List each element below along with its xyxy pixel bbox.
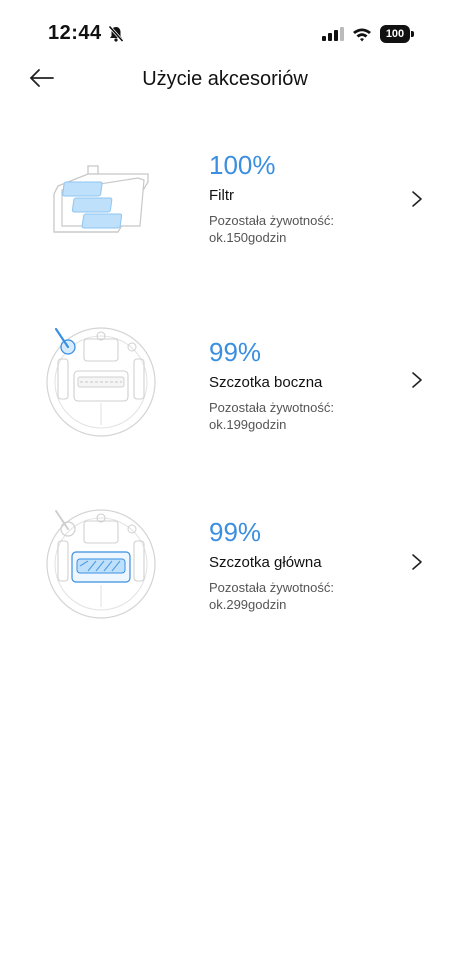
- accessory-info: 99% Szczotka boczna Pozostała żywotność:…: [209, 337, 399, 433]
- status-time: 12:44: [48, 22, 124, 45]
- main-brush-illustration: [44, 507, 174, 637]
- accessory-remaining: Pozostała żywotność: ok.150godzin: [209, 212, 399, 246]
- accessory-row-filter[interactable]: 100% Filtr Pozostała żywotność: ok.150go…: [0, 150, 450, 300]
- chevron-right-icon: [412, 191, 422, 207]
- side-brush-illustration: [44, 325, 174, 455]
- remaining-value: ok.299godzin: [209, 597, 287, 612]
- battery-icon: 100: [380, 25, 414, 43]
- accessory-row-main-brush[interactable]: 99% Szczotka główna Pozostała żywotność:…: [0, 507, 450, 657]
- chevron-right-icon: [412, 372, 422, 388]
- status-icons: 100: [322, 25, 414, 43]
- page-title: Użycie akcesoriów: [142, 68, 308, 90]
- bell-slash-icon: [108, 24, 124, 42]
- remaining-label: Pozostała żywotność:: [209, 213, 335, 228]
- battery-level: 100: [385, 28, 405, 40]
- remaining-value: ok.199godzin: [209, 417, 287, 432]
- accessory-remaining: Pozostała żywotność: ok.199godzin: [209, 399, 399, 433]
- accessory-name: Filtr: [209, 187, 234, 204]
- remaining-label: Pozostała żywotność:: [209, 580, 335, 595]
- chevron-right-icon: [412, 554, 422, 570]
- filter-illustration: [40, 156, 170, 286]
- remaining-value: ok.150godzin: [209, 230, 287, 245]
- remaining-label: Pozostała żywotność:: [209, 400, 335, 415]
- signal-icon: [322, 27, 344, 41]
- accessory-row-side-brush[interactable]: 99% Szczotka boczna Pozostała żywotność:…: [0, 325, 450, 475]
- wifi-icon: [353, 28, 371, 41]
- accessory-percent: 100%: [209, 150, 276, 180]
- clock-text: 12:44: [48, 22, 102, 44]
- accessory-info: 100% Filtr Pozostała żywotność: ok.150go…: [209, 150, 399, 246]
- header: Użycie akcesoriów: [0, 60, 450, 100]
- accessory-remaining: Pozostała żywotność: ok.299godzin: [209, 579, 399, 613]
- accessory-name: Szczotka boczna: [209, 374, 323, 391]
- accessory-percent: 99%: [209, 337, 262, 367]
- accessory-percent: 99%: [209, 517, 262, 547]
- accessory-info: 99% Szczotka główna Pozostała żywotność:…: [209, 517, 399, 613]
- status-bar: 12:44 100: [0, 0, 450, 64]
- accessory-name: Szczotka główna: [209, 554, 322, 571]
